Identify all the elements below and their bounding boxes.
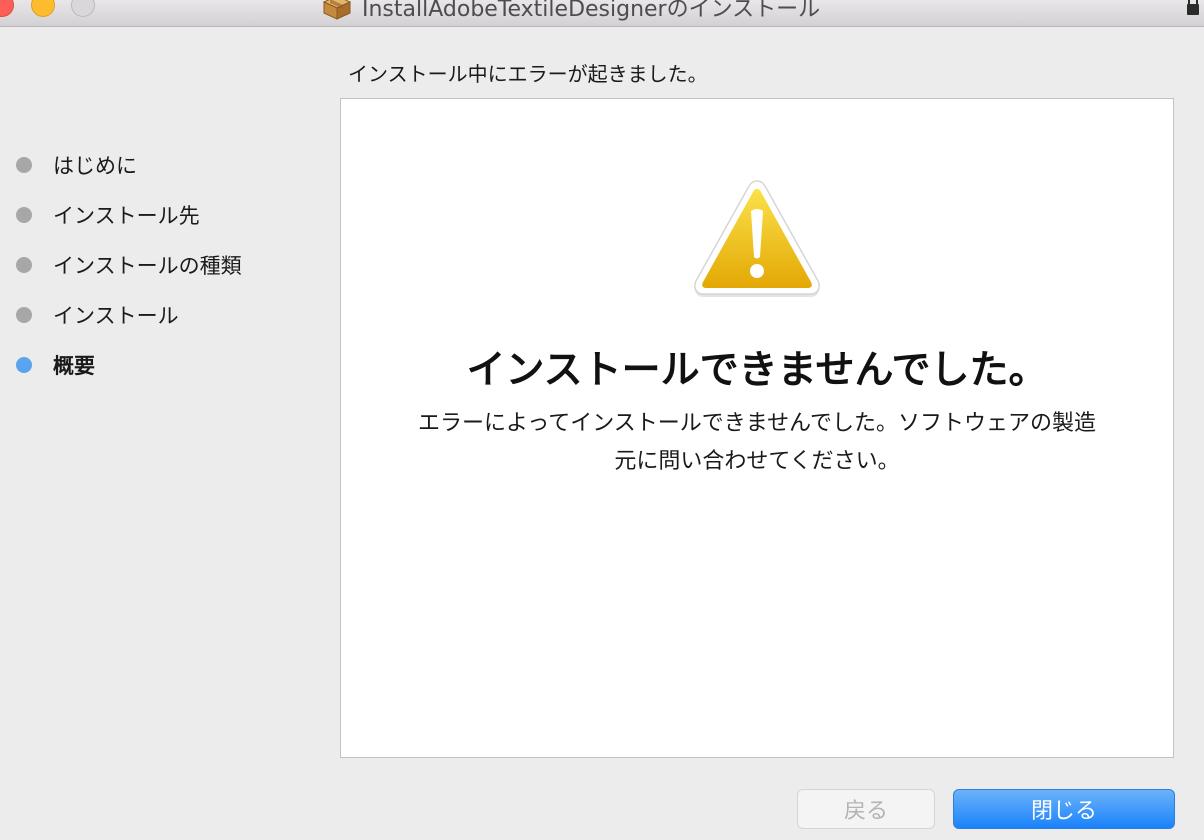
window-title-group: InstallAdobeTextileDesignerのインストール (322, 0, 820, 22)
sidebar-step-label: はじめに (53, 154, 137, 178)
sidebar-step-label: インストール (53, 304, 179, 328)
back-button[interactable]: 戻る (797, 789, 935, 829)
step-indicator-dot (16, 157, 32, 173)
step-sidebar: はじめに インストール先 インストールの種類 インストール 概要 (0, 140, 330, 390)
warning-icon (694, 180, 820, 297)
error-message: エラーによってインストールできませんでした。ソフトウェアの製造元に問い合わせてく… (417, 411, 1097, 474)
close-window-button[interactable] (0, 0, 14, 17)
page-heading: インストール中にエラーが起きました。 (348, 62, 708, 86)
package-icon (322, 0, 352, 20)
content-panel: インストールできませんでした。 エラーによってインストールできませんでした。ソフ… (340, 98, 1174, 758)
sidebar-step-install: インストール (0, 290, 330, 340)
sidebar-step-installation-type: インストールの種類 (0, 240, 330, 290)
sidebar-step-summary: 概要 (0, 340, 330, 390)
step-indicator-dot (16, 307, 32, 323)
lock-icon (1187, 0, 1199, 15)
minimize-window-button[interactable] (31, 0, 55, 17)
sidebar-step-introduction: はじめに (0, 140, 330, 190)
step-indicator-dot (16, 257, 32, 273)
close-button[interactable]: 閉じる (953, 789, 1175, 829)
sidebar-step-destination: インストール先 (0, 190, 330, 240)
sidebar-step-label: 概要 (53, 354, 95, 378)
sidebar-step-label: インストール先 (53, 204, 200, 228)
step-indicator-dot (16, 207, 32, 223)
installer-window: InstallAdobeTextileDesignerのインストール インストー… (0, 0, 1204, 840)
step-indicator-dot-active (16, 357, 32, 373)
error-title: インストールできませんでした。 (466, 348, 1048, 393)
zoom-window-button[interactable] (71, 0, 95, 17)
window-title: InstallAdobeTextileDesignerのインストール (362, 0, 821, 22)
title-bar[interactable]: InstallAdobeTextileDesignerのインストール (0, 0, 1204, 27)
sidebar-step-label: インストールの種類 (53, 254, 242, 278)
